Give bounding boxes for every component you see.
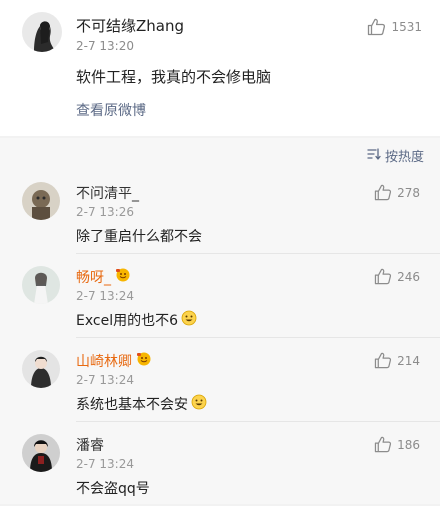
comment-like-count: 278	[397, 185, 420, 200]
commenter-name[interactable]: 畅呀_	[76, 267, 131, 287]
post-like-count: 1531	[391, 20, 422, 34]
sort-icon	[367, 147, 381, 164]
comment-like-button[interactable]: 278	[374, 184, 420, 201]
thumbs-up-icon	[367, 18, 386, 36]
vip-badge-icon	[136, 352, 152, 370]
post-author-name[interactable]: 不可结缘Zhang	[76, 15, 184, 36]
post-timestamp: 2-7 13:20	[76, 39, 134, 53]
commenter-avatar[interactable]	[22, 266, 60, 304]
comment-like-button[interactable]: 246	[374, 268, 420, 285]
comment-item: 不问清平_ 2-7 13:26 278 除了重启什么都不会	[0, 170, 440, 254]
sort-by-hot-button[interactable]: 按热度	[367, 146, 424, 165]
sort-label: 按热度	[384, 150, 424, 165]
comment-text: 除了重启什么都不会	[76, 229, 202, 245]
comment-timestamp: 2-7 13:24	[76, 289, 134, 303]
vip-badge-icon	[115, 268, 131, 286]
commenter-avatar[interactable]	[22, 350, 60, 388]
comment-timestamp: 2-7 13:24	[76, 457, 134, 471]
post-like-button[interactable]: 1531	[367, 18, 422, 36]
comment-text: Excel用的也不6	[76, 310, 197, 330]
thumbs-up-icon	[374, 268, 392, 285]
comment-like-count: 214	[397, 353, 420, 368]
comment-sort-bar: 按热度	[0, 138, 440, 170]
comment-like-count: 246	[397, 269, 420, 284]
thumbs-up-icon	[374, 436, 392, 453]
commenter-name[interactable]: 不问清平_	[76, 183, 139, 203]
thumbs-up-icon	[374, 352, 392, 369]
commenter-name[interactable]: 山崎林卿	[76, 351, 152, 371]
post-author-avatar[interactable]	[22, 12, 62, 52]
commenter-name[interactable]: 潘睿	[76, 435, 104, 455]
comment-like-button[interactable]: 214	[374, 352, 420, 369]
comment-item: 山崎林卿 2-7 13:24 214 系统也基本不会安	[0, 338, 440, 422]
comment-text: 不会盗qq号	[76, 481, 150, 497]
original-post: 不可结缘Zhang 2-7 13:20 1531 软件工程，我真的不会修电脑 查…	[0, 0, 440, 136]
commenter-avatar[interactable]	[22, 182, 60, 220]
view-original-link[interactable]: 查看原微博	[76, 100, 146, 120]
comment-like-button[interactable]: 186	[374, 436, 420, 453]
grin-emoji-icon	[181, 310, 197, 330]
thumbs-up-icon	[374, 184, 392, 201]
comment-item: 潘睿 2-7 13:24 186 不会盗qq号	[0, 422, 440, 506]
comment-text: 系统也基本不会安	[76, 394, 207, 414]
post-text: 软件工程，我真的不会修电脑	[76, 68, 272, 86]
comment-like-count: 186	[397, 437, 420, 452]
comment-item: 畅呀_ 2-7 13:24 246 Excel用的也不6	[0, 254, 440, 338]
comment-timestamp: 2-7 13:24	[76, 373, 134, 387]
grin-emoji-icon	[191, 394, 207, 414]
commenter-avatar[interactable]	[22, 434, 60, 472]
comment-list: 不问清平_ 2-7 13:26 278 除了重启什么都不会 畅呀_ 2-7 13…	[0, 170, 440, 504]
comment-timestamp: 2-7 13:26	[76, 205, 134, 219]
